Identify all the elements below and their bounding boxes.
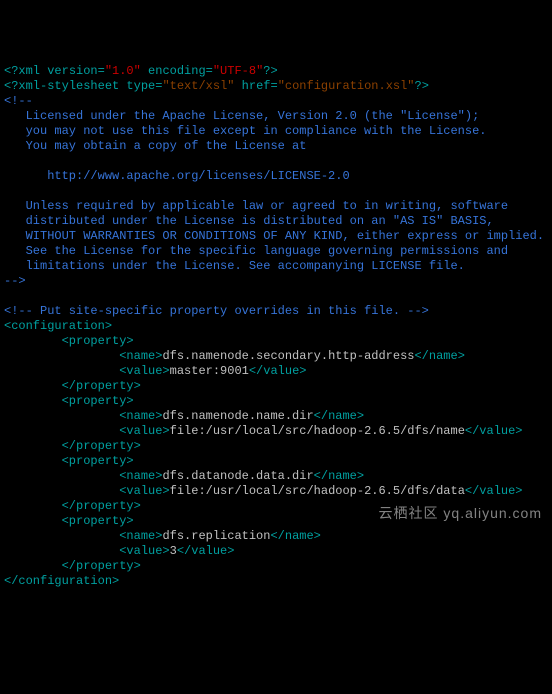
license-comment: <!-- Licensed under the Apache License, … — [4, 94, 544, 288]
property-close: </property> — [62, 559, 141, 573]
property-close: </property> — [62, 439, 141, 453]
p3-name: dfs.datanode.data.dir — [162, 469, 313, 483]
property-open: <property> — [62, 334, 134, 348]
p4-value: 3 — [170, 544, 177, 558]
watermark: 云栖社区 yq.aliyun.com — [379, 505, 542, 523]
property-close: </property> — [62, 499, 141, 513]
p2-value: file:/usr/local/src/hadoop-2.6.5/dfs/nam… — [170, 424, 465, 438]
property-open: <property> — [62, 454, 134, 468]
p1-value: master:9001 — [170, 364, 249, 378]
p2-name: dfs.namenode.name.dir — [162, 409, 313, 423]
property-open: <property> — [62, 514, 134, 528]
configuration-open: <configuration> — [4, 319, 112, 333]
override-comment: <!-- Put site-specific property override… — [4, 304, 429, 318]
configuration-close: </configuration> — [4, 574, 119, 588]
xml-decl: <?xml version="1.0" encoding="UTF-8"?> — [4, 64, 278, 78]
xml-stylesheet: <?xml-stylesheet type="text/xsl" href="c… — [4, 79, 429, 93]
p4-name: dfs.replication — [162, 529, 270, 543]
property-open: <property> — [62, 394, 134, 408]
property-close: </property> — [62, 379, 141, 393]
p3-value: file:/usr/local/src/hadoop-2.6.5/dfs/dat… — [170, 484, 465, 498]
p1-name: dfs.namenode.secondary.http-address — [162, 349, 414, 363]
